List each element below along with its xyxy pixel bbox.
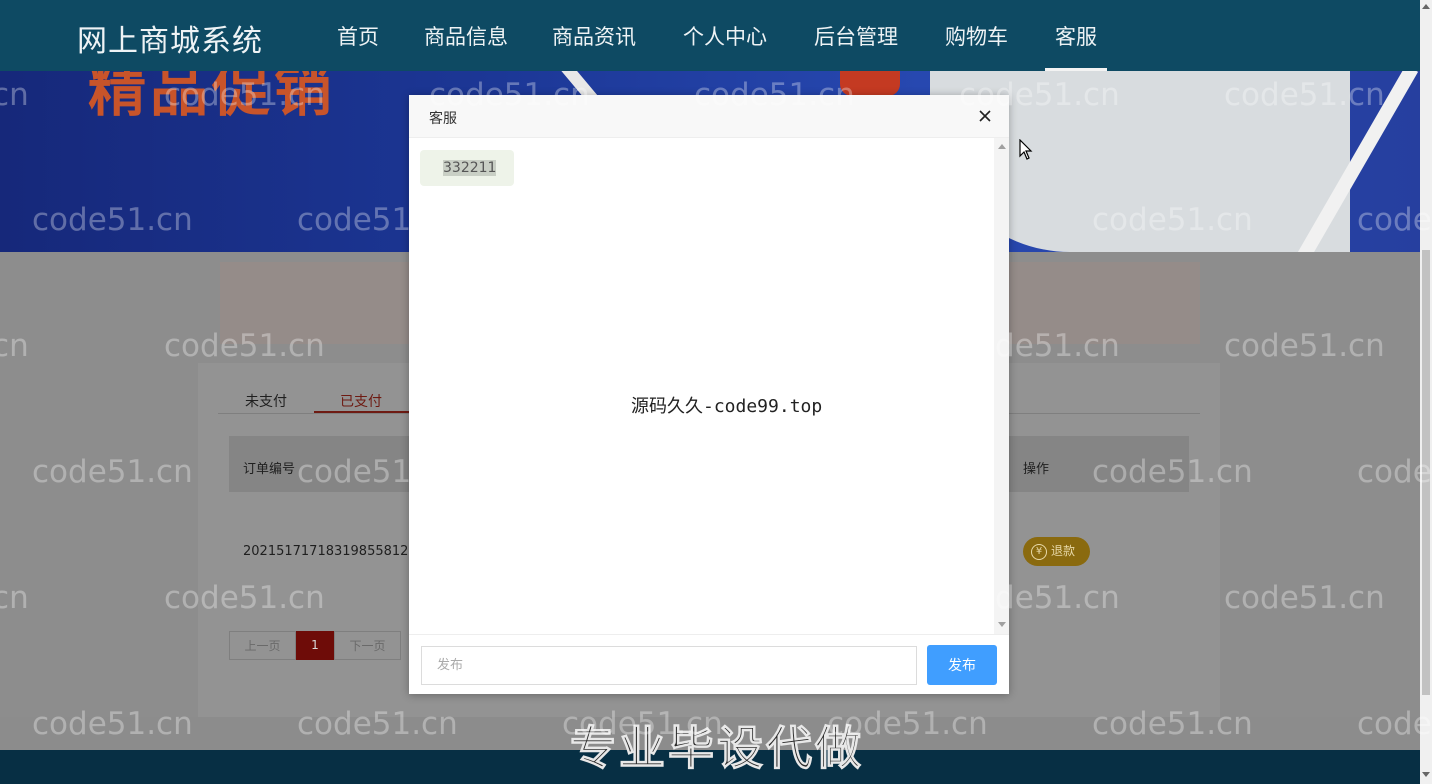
chat-message-bubble: 332211 — [420, 150, 514, 186]
nav-home[interactable]: 首页 — [337, 21, 379, 51]
current-page-button[interactable]: 1 — [296, 631, 334, 660]
nav-admin[interactable]: 后台管理 — [814, 21, 898, 51]
chat-scrollbar[interactable] — [994, 138, 1009, 634]
message-input[interactable] — [421, 646, 917, 685]
chat-messages[interactable]: 332211 源码久久-code99.top — [409, 138, 1009, 634]
next-page-button[interactable]: 下一页 — [334, 631, 401, 660]
nav-news[interactable]: 商品资讯 — [552, 21, 636, 51]
scroll-up-arrow-icon[interactable] — [1422, 4, 1430, 9]
nav-cart[interactable]: 购物车 — [945, 21, 1008, 51]
top-navbar: 网上商城系统 首页 商品信息 商品资讯 个人中心 后台管理 购物车 客服 — [0, 0, 1420, 71]
dialog-header: 客服 — [409, 95, 1009, 138]
page-scrollbar[interactable] — [1420, 0, 1432, 784]
scroll-down-arrow-icon[interactable] — [998, 622, 1006, 627]
active-tab-indicator — [314, 411, 410, 413]
banner-decoration — [840, 71, 900, 96]
column-order-no: 订单编号 — [243, 462, 296, 477]
order-number-cell: 20215171718319855812 — [243, 544, 409, 559]
dialog-title: 客服 — [429, 111, 457, 127]
refund-label: 退款 — [1051, 544, 1076, 558]
scroll-down-arrow-icon[interactable] — [1422, 772, 1430, 777]
tab-unpaid[interactable]: 未支付 — [245, 391, 287, 411]
nav-products[interactable]: 商品信息 — [424, 21, 508, 51]
tab-paid[interactable]: 已支付 — [340, 391, 382, 411]
site-brand[interactable]: 网上商城系统 — [77, 16, 263, 60]
customer-service-dialog: 客服 332211 源码久久-code99.top 发布 — [409, 95, 1009, 694]
scrollbar-thumb[interactable] — [1422, 250, 1430, 695]
mouse-cursor-icon — [1019, 138, 1033, 165]
refund-button[interactable]: ¥ 退款 — [1023, 537, 1090, 566]
promo-overlay-text: 专业毕设代做 — [570, 721, 864, 776]
send-button[interactable]: 发布 — [927, 645, 997, 685]
nav-customer-service[interactable]: 客服 — [1045, 21, 1107, 71]
dialog-footer: 发布 — [409, 634, 1009, 694]
scroll-up-arrow-icon[interactable] — [998, 144, 1006, 149]
banner-title: 精品促销 — [88, 71, 337, 124]
chat-message-text: 332211 — [443, 160, 497, 176]
nav-profile[interactable]: 个人中心 — [683, 21, 767, 51]
overlay-promo-text: 源码久久-code99.top — [631, 396, 823, 417]
yen-icon: ¥ — [1031, 543, 1047, 560]
column-actions: 操作 — [1023, 462, 1050, 477]
close-icon[interactable] — [975, 106, 995, 126]
prev-page-button[interactable]: 上一页 — [229, 631, 296, 660]
